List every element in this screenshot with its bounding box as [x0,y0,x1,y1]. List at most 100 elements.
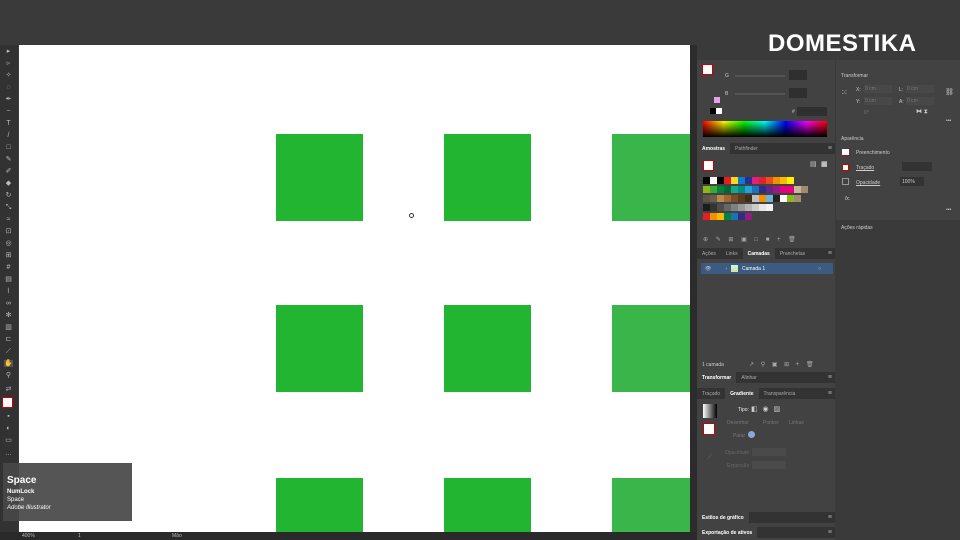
green-square[interactable] [444,305,531,392]
tab-actions[interactable]: Ações [697,248,721,259]
swatch[interactable] [773,186,780,193]
panel-menu-icon[interactable]: ≡ [828,145,832,152]
swatch[interactable] [717,177,724,184]
green-square[interactable] [612,478,690,532]
green-square[interactable] [444,478,531,532]
graph-tool-icon[interactable]: ▥ [4,324,13,331]
green-square[interactable] [276,134,363,221]
draw-mode-icon[interactable]: ◐ [4,425,13,432]
tab-artboards[interactable]: Pranchetas [775,248,810,259]
swatch[interactable] [759,195,766,202]
fill-stroke-icon[interactable] [703,160,714,171]
swatch[interactable] [710,186,717,193]
hand-tool-icon[interactable]: ✋ [4,360,13,367]
more-options-icon[interactable]: ••• [946,207,951,213]
swatch[interactable] [780,177,787,184]
current-tool[interactable]: Mão [172,533,182,539]
b-slider[interactable] [735,93,785,95]
eyedropper-icon[interactable]: ⟋ [707,452,713,462]
hex-input[interactable] [797,107,827,116]
swatch[interactable] [745,213,752,220]
rotate-icon[interactable]: ↻ [4,192,13,199]
swatch[interactable] [724,195,731,202]
panel-menu-icon[interactable]: ≡ [828,250,832,257]
swatch[interactable] [745,195,752,202]
symbol-sprayer-icon[interactable]: ✻ [4,312,13,319]
list-view-icon[interactable]: ▤ [810,160,817,168]
swatch[interactable] [703,186,710,193]
swatch-actions-icon[interactable]: ⊕ ✎ ⊞ ▣ □ ■ + 🗑 [703,236,796,243]
swatch[interactable] [766,204,773,211]
swatch[interactable] [717,186,724,193]
eyedropper-icon[interactable]: ⌇ [4,288,13,295]
swatch[interactable] [724,204,731,211]
h-input[interactable]: 0 cm [906,97,934,105]
swatch[interactable] [710,204,717,211]
tab-stroke[interactable]: Traçado [697,388,725,399]
swatch[interactable] [794,186,801,193]
swatch[interactable] [766,195,773,202]
green-square[interactable] [612,305,690,392]
swatch[interactable] [731,204,738,211]
swatch[interactable] [717,204,724,211]
y-input[interactable]: 0 cm [864,97,892,105]
swap-colors-icon[interactable]: ⇄ [4,386,13,393]
w-input[interactable]: 0 cm [906,85,934,93]
color-spectrum[interactable] [703,121,827,137]
tab-align[interactable]: Alinhar [736,372,762,383]
green-square[interactable] [276,305,363,392]
zoom-level[interactable]: 400% [22,533,35,539]
stop-color-icon[interactable] [748,431,755,438]
g-input[interactable] [789,70,807,80]
swatch[interactable] [752,177,759,184]
opacity-input[interactable]: 100% [900,177,924,186]
swatch[interactable] [724,213,731,220]
swatch[interactable] [752,204,759,211]
swatch[interactable] [787,177,794,184]
swatch[interactable] [766,186,773,193]
green-square[interactable] [612,134,690,221]
swatch[interactable] [710,177,717,184]
scale-icon[interactable]: ⤡ [4,204,13,211]
g-slider[interactable] [735,75,785,77]
tab-transform[interactable]: Transformar [697,372,737,383]
grid-view-icon[interactable]: ▦ [821,160,828,168]
lines-radio[interactable]: Linhas [789,420,804,426]
pen-tool-icon[interactable]: ✒ [4,96,13,103]
shaper-icon[interactable]: ✐ [4,168,13,175]
swatch[interactable] [759,177,766,184]
fill-label[interactable]: Preenchimento [856,150,890,156]
swatch[interactable] [738,204,745,211]
gradient-tool-icon[interactable]: ▤ [4,276,13,283]
panel-menu-icon[interactable]: ≡ [828,529,832,536]
reference-point-icon[interactable]: ⁙ [841,88,848,97]
green-square[interactable] [276,478,363,532]
swatch[interactable] [717,195,724,202]
slice-icon[interactable]: ⟋ [4,348,13,355]
fx-button[interactable]: fx. [845,196,850,202]
angle-input[interactable]: 0° [864,110,869,116]
tab-swatches[interactable]: Amostras [697,143,731,154]
screen-mode-icon[interactable]: ▭ [4,437,13,444]
width-icon[interactable]: ≈ [4,216,13,223]
swatch[interactable] [780,186,787,193]
swatch[interactable] [738,195,745,202]
artboard-tool-icon[interactable]: ⊏ [4,336,13,343]
more-tools-icon[interactable]: … [4,450,13,457]
swatch[interactable] [731,186,738,193]
artboard-number[interactable]: 1 [78,533,81,539]
zoom-tool-icon[interactable]: ⚲ [4,372,13,379]
swatch[interactable] [738,213,745,220]
expand-icon[interactable]: › [725,266,727,272]
tab-asset-export[interactable]: Exportação de ativos [697,527,758,538]
opacity-dropdown[interactable] [752,448,786,456]
swatch[interactable] [738,186,745,193]
selection-tool-icon[interactable]: ▸ [4,48,13,55]
swatch[interactable] [759,204,766,211]
swatch[interactable] [773,177,780,184]
curvature-icon[interactable]: ~ [4,108,13,115]
paintbrush-icon[interactable]: ✎ [4,156,13,163]
swatch[interactable] [703,195,710,202]
swatch[interactable] [731,177,738,184]
panel-menu-icon[interactable]: ≡ [828,514,832,521]
